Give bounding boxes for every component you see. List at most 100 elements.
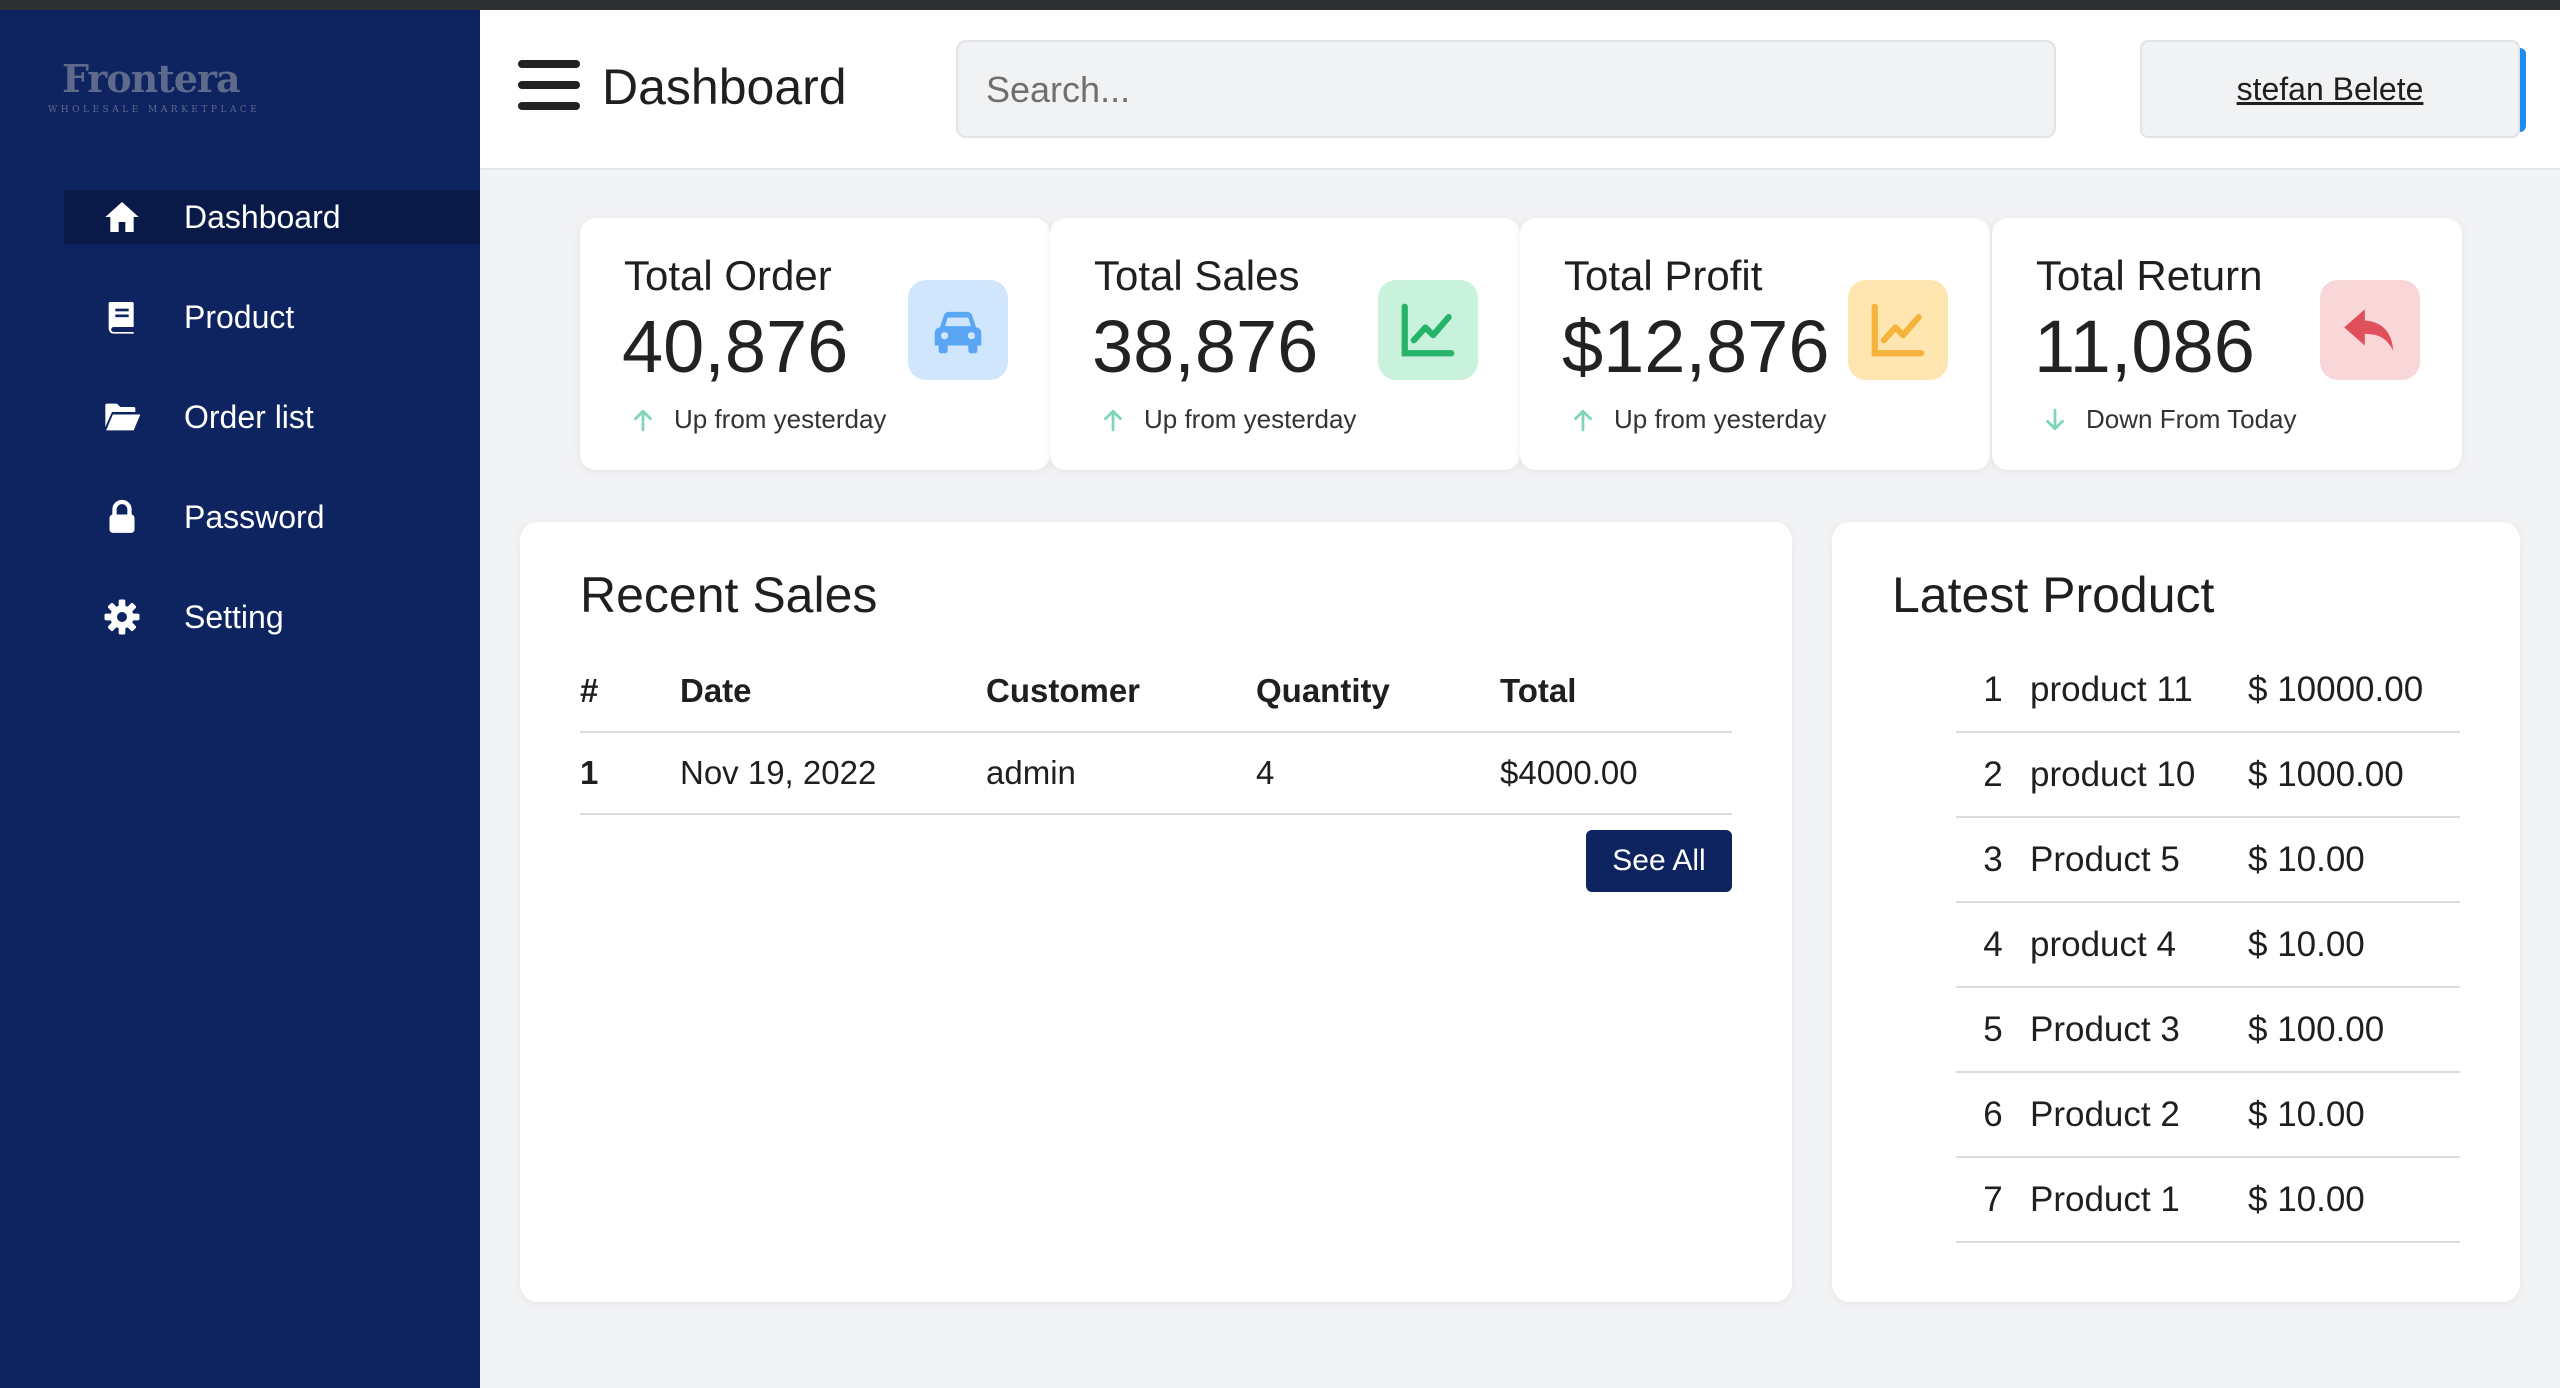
stat-title: Total Order: [624, 252, 832, 299]
arrow-up-icon: [1104, 409, 1122, 431]
product-name: Product 1: [2030, 1179, 2180, 1219]
window-top-strip: [0, 0, 2560, 10]
lock-icon: [100, 495, 144, 539]
recent-sales-table: # Date Customer Quantity Total 1 Nov 19,…: [580, 650, 1732, 815]
book-icon: [100, 295, 144, 339]
column-header: #: [580, 650, 680, 733]
latest-product-panel: Latest Product 1 product 11 $ 10000.00 2…: [1832, 522, 2520, 1302]
sidebar-item-product[interactable]: Product: [64, 290, 480, 344]
column-header: Quantity: [1256, 650, 1500, 733]
product-number: 7: [1983, 1179, 2003, 1219]
sidebar-item-label: Product: [184, 298, 295, 335]
stat-trend: Down From Today: [2040, 404, 2297, 435]
product-number: 3: [1983, 839, 2003, 879]
product-number: 5: [1983, 1009, 2003, 1049]
sidebar-nav: Dashboard Product Order list Password Se…: [64, 190, 480, 690]
table-row[interactable]: 1 Nov 19, 2022 admin 4 $4000.00: [580, 732, 1732, 815]
search-input[interactable]: [986, 62, 1886, 118]
list-item[interactable]: 4 product 4 $ 10.00: [1956, 903, 2460, 988]
user-name: stefan Belete: [2236, 70, 2424, 107]
stat-card-total-return: Total Return 11,086 Down From Today: [1992, 218, 2462, 470]
product-price: $ 10.00: [2248, 924, 2365, 964]
chart-line-icon: [1848, 280, 1948, 380]
sidebar-item-password[interactable]: Password: [64, 490, 480, 544]
sidebar-item-setting[interactable]: Setting: [64, 590, 480, 644]
product-number: 6: [1983, 1094, 2003, 1134]
list-item[interactable]: 1 product 11 $ 10000.00: [1956, 648, 2460, 733]
stat-trend-text: Down From Today: [2086, 404, 2297, 434]
table-cell: 1: [580, 732, 680, 815]
stat-card-total-order: Total Order 40,876 Up from yesterday: [580, 218, 1050, 470]
table-cell: $4000.00: [1500, 732, 1732, 815]
stat-trend-text: Up from yesterday: [1144, 404, 1357, 434]
stat-card-total-profit: Total Profit $12,876 Up from yesterday: [1520, 218, 1990, 470]
search-bar: [956, 40, 2526, 138]
product-price: $ 100.00: [2248, 1009, 2385, 1049]
stat-value: $12,876: [1562, 305, 1830, 388]
home-icon: [100, 195, 144, 239]
stat-trend: Up from yesterday: [1568, 404, 1826, 435]
brand-logo[interactable]: Frontera WHOLESALE MARKETPLACE: [48, 56, 260, 115]
reply-icon: [2320, 280, 2420, 380]
chart-line-icon: [1378, 280, 1478, 380]
stat-card-total-sales: Total Sales 38,876 Up from yesterday: [1050, 218, 1520, 470]
recent-sales-title: Recent Sales: [580, 567, 878, 623]
list-item[interactable]: 5 Product 3 $ 100.00: [1956, 988, 2460, 1073]
list-item[interactable]: 6 Product 2 $ 10.00: [1956, 1073, 2460, 1158]
stat-trend: Up from yesterday: [1098, 404, 1356, 435]
sidebar-item-label: Setting: [184, 598, 284, 635]
sidebar: Frontera WHOLESALE MARKETPLACE Dashboard…: [0, 10, 480, 1388]
sidebar-item-order-list[interactable]: Order list: [64, 390, 480, 444]
column-header: Customer: [986, 650, 1256, 733]
table-header-row: # Date Customer Quantity Total: [580, 650, 1732, 733]
page-title: Dashboard: [602, 59, 847, 115]
product-price: $ 10000.00: [2248, 669, 2424, 709]
product-name: Product 2: [2030, 1094, 2180, 1134]
column-header: Date: [680, 650, 986, 733]
product-number: 2: [1983, 754, 2003, 794]
product-name: Product 5: [2030, 839, 2180, 879]
product-name: product 4: [2030, 924, 2176, 964]
stat-title: Total Sales: [1094, 252, 1300, 299]
product-price: $ 10.00: [2248, 839, 2365, 879]
recent-sales-panel: Recent Sales # Date Customer Quantity To…: [520, 522, 1792, 1302]
product-name: product 10: [2030, 754, 2196, 794]
hamburger-menu-icon[interactable]: [518, 60, 580, 116]
stat-trend-text: Up from yesterday: [1614, 404, 1827, 434]
top-header: Dashboard stefan Belete: [480, 10, 2560, 170]
product-price: $ 1000.00: [2248, 754, 2404, 794]
brand-name: Frontera: [62, 56, 241, 101]
stat-title: Total Profit: [1564, 252, 1763, 299]
stat-value: 11,086: [2034, 305, 2255, 388]
table-cell: admin: [986, 732, 1256, 815]
gear-icon: [100, 595, 144, 639]
stat-value: 38,876: [1092, 305, 1319, 388]
product-name: product 11: [2030, 669, 2193, 709]
table-cell: 4: [1256, 732, 1500, 815]
stat-trend: Up from yesterday: [628, 404, 886, 435]
stat-title: Total Return: [2036, 252, 2263, 299]
user-menu-button[interactable]: stefan Belete: [2140, 40, 2520, 138]
arrow-up-icon: [634, 409, 652, 431]
product-number: 4: [1983, 924, 2003, 964]
table-cell: Nov 19, 2022: [680, 732, 986, 815]
sidebar-item-dashboard[interactable]: Dashboard: [64, 190, 480, 244]
see-all-button[interactable]: See All: [1586, 830, 1732, 892]
latest-product-title: Latest Product: [1892, 567, 2215, 623]
stat-value: 40,876: [622, 305, 849, 388]
latest-product-list: 1 product 11 $ 10000.00 2 product 10 $ 1…: [1956, 648, 2460, 1243]
list-item[interactable]: 3 Product 5 $ 10.00: [1956, 818, 2460, 903]
stat-trend-text: Up from yesterday: [674, 404, 887, 434]
product-price: $ 10.00: [2248, 1179, 2365, 1219]
sidebar-item-label: Password: [184, 498, 325, 535]
brand-tagline: WHOLESALE MARKETPLACE: [48, 105, 261, 115]
product-price: $ 10.00: [2248, 1094, 2365, 1134]
arrow-down-icon: [2046, 408, 2064, 430]
arrow-up-icon: [1574, 409, 1592, 431]
sidebar-item-label: Dashboard: [184, 198, 341, 235]
column-header: Total: [1500, 650, 1732, 733]
folder-open-icon: [100, 395, 144, 439]
list-item[interactable]: 2 product 10 $ 1000.00: [1956, 733, 2460, 818]
list-item[interactable]: 7 Product 1 $ 10.00: [1956, 1158, 2460, 1243]
product-number: 1: [1983, 669, 2003, 709]
